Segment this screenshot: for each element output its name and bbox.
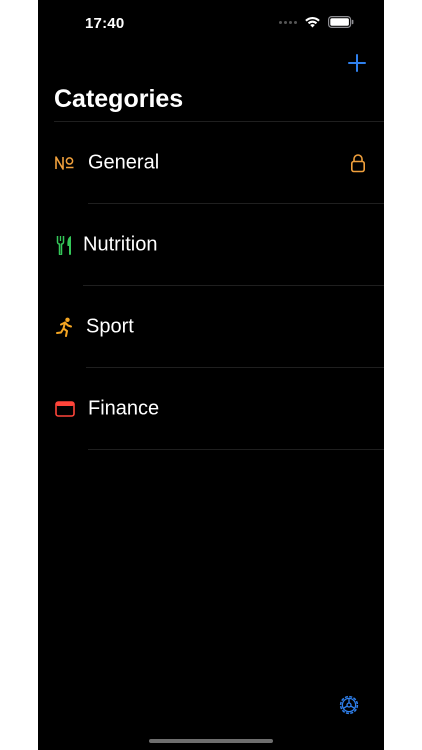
add-category-button[interactable] [346,52,368,74]
status-bar: 17:40 [38,0,384,48]
window-icon [54,398,76,420]
running-person-icon [54,316,76,338]
cellular-signal-icon [279,20,297,24]
category-label: Nutrition [83,233,158,256]
row-separator [88,449,384,450]
wifi-icon [305,16,320,28]
category-label: Finance [88,397,160,420]
lock-icon [350,154,365,173]
phone-screen: 17:40 Categories General Nutrition Sport… [38,0,384,750]
category-item-finance[interactable]: Finance [38,368,384,450]
fork-knife-icon [54,234,76,256]
home-indicator[interactable] [149,739,273,743]
category-label: General [88,151,160,174]
page-title: Categories [54,85,184,113]
settings-button[interactable] [337,693,361,717]
category-label: Sport [86,315,134,338]
gear-icon [339,695,359,715]
plus-icon [348,54,366,72]
battery-icon [328,16,354,28]
category-list: General Nutrition Sport Finance [38,122,384,450]
status-indicators [279,16,354,28]
category-item-sport[interactable]: Sport [38,286,384,368]
category-item-general[interactable]: General [38,122,384,204]
number-sign-icon [54,152,76,174]
navigation-bar: Categories [38,48,384,122]
category-item-nutrition[interactable]: Nutrition [38,204,384,286]
status-time: 17:40 [85,15,125,32]
